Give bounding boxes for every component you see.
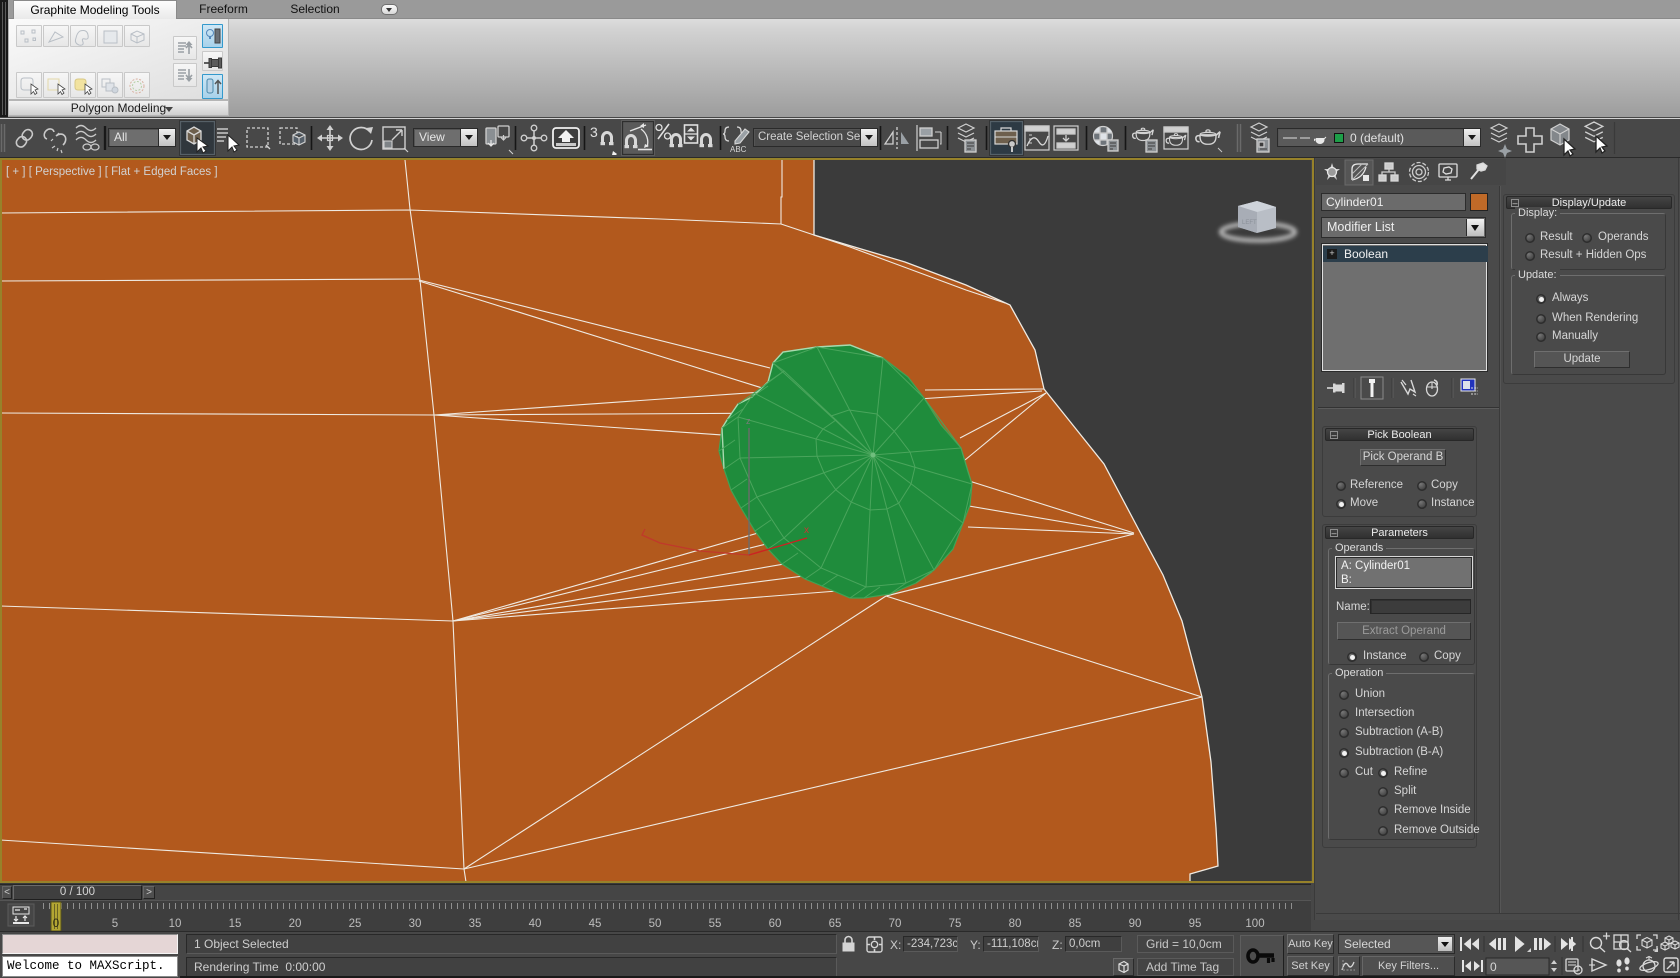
svg-text:3: 3 [590, 124, 598, 140]
svg-text:60: 60 [769, 918, 782, 930]
svg-text:80: 80 [1009, 918, 1022, 930]
svg-text:ABC: ABC [730, 145, 747, 154]
svg-text:40: 40 [529, 918, 542, 930]
svg-text:35: 35 [469, 918, 482, 930]
svg-text:20: 20 [289, 918, 302, 930]
svg-text:z: z [746, 416, 751, 426]
svg-text:95: 95 [1189, 918, 1202, 930]
svg-text:25: 25 [349, 918, 362, 930]
svg-text:85: 85 [1069, 918, 1082, 930]
svg-text:55: 55 [709, 918, 722, 930]
svg-text:10: 10 [169, 918, 182, 930]
svg-text:0: 0 [53, 918, 59, 930]
svg-text:LEFT: LEFT [1242, 220, 1257, 226]
svg-text:45: 45 [589, 918, 602, 930]
svg-text:[ + ] [ Perspective ] [ Flat +: [ + ] [ Perspective ] [ Flat + Edged Fac… [6, 166, 218, 178]
svg-text:70: 70 [889, 918, 902, 930]
svg-text:50: 50 [649, 918, 662, 930]
svg-text:100: 100 [1245, 918, 1264, 930]
svg-text:75: 75 [949, 918, 962, 930]
svg-text:30: 30 [409, 918, 422, 930]
svg-text:65: 65 [829, 918, 842, 930]
svg-text:90: 90 [1129, 918, 1142, 930]
svg-text:0: 0 [1490, 960, 1497, 974]
svg-text:x: x [804, 525, 809, 536]
svg-text:5: 5 [112, 918, 118, 930]
svg-text:15: 15 [229, 918, 242, 930]
